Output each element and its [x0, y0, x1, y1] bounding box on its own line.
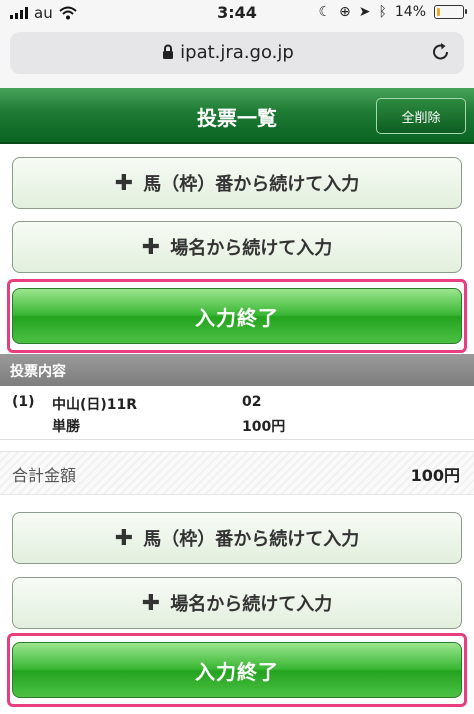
total-amount: 100円 [410, 466, 460, 485]
rotation-lock-icon: ⊕ [339, 4, 351, 20]
url-text: ipat.jra.go.jp [180, 42, 294, 63]
plus-icon: ✚ [141, 590, 161, 616]
moon-icon: ☾ [318, 4, 331, 20]
plus-icon: ✚ [114, 170, 134, 196]
location-icon: ➤ [358, 4, 371, 20]
plus-icon: ✚ [141, 234, 161, 260]
bet-selection: 02 [242, 394, 262, 410]
bet-list-item: (1) 中山(日)11R 02 単勝 100円 [0, 386, 474, 440]
finish-input-button[interactable]: 入力終了 [12, 288, 462, 344]
status-bar: au 3:44 ☾ ⊕ ➤ ᛒ 14% [0, 0, 474, 26]
clear-all-button[interactable]: 全削除 [376, 98, 466, 134]
bluetooth-icon: ᛒ [378, 4, 387, 20]
venue-continue-label: 場名から続けて入力 [170, 238, 333, 259]
reload-icon[interactable] [430, 41, 452, 63]
venue-continue-button-bottom[interactable]: ✚ 場名から続けて入力 [12, 577, 462, 629]
horse-number-continue-label: 馬（枠）番から続けて入力 [143, 529, 360, 550]
battery-fill [437, 8, 440, 16]
address-bar[interactable]: ipat.jra.go.jp [10, 32, 464, 74]
bet-index: (1) [12, 394, 35, 410]
bet-list-header: 投票内容 [0, 354, 474, 386]
bet-amount: 100円 [242, 419, 286, 435]
bet-race: 中山(日)11R [52, 397, 138, 413]
status-right: ☾ ⊕ ➤ ᛒ 14% [318, 4, 467, 20]
venue-continue-label: 場名から続けて入力 [170, 594, 333, 615]
total-row: 合計金額 100円 [0, 451, 474, 495]
bet-type: 単勝 [52, 419, 80, 435]
horse-number-continue-label: 馬（枠）番から続けて入力 [143, 174, 360, 195]
horse-number-continue-button[interactable]: ✚ 馬（枠）番から続けて入力 [12, 157, 462, 209]
page-header: 投票一覧 全削除 [0, 88, 474, 144]
total-label: 合計金額 [12, 466, 77, 485]
browser-chrome: ipat.jra.go.jp [0, 26, 474, 88]
horse-number-continue-button-bottom[interactable]: ✚ 馬（枠）番から続けて入力 [12, 512, 462, 564]
battery-icon [434, 5, 467, 19]
battery-percent: 14% [394, 4, 426, 20]
finish-input-button-bottom[interactable]: 入力終了 [12, 642, 462, 698]
venue-continue-button[interactable]: ✚ 場名から続けて入力 [12, 221, 462, 273]
plus-icon: ✚ [114, 525, 134, 551]
